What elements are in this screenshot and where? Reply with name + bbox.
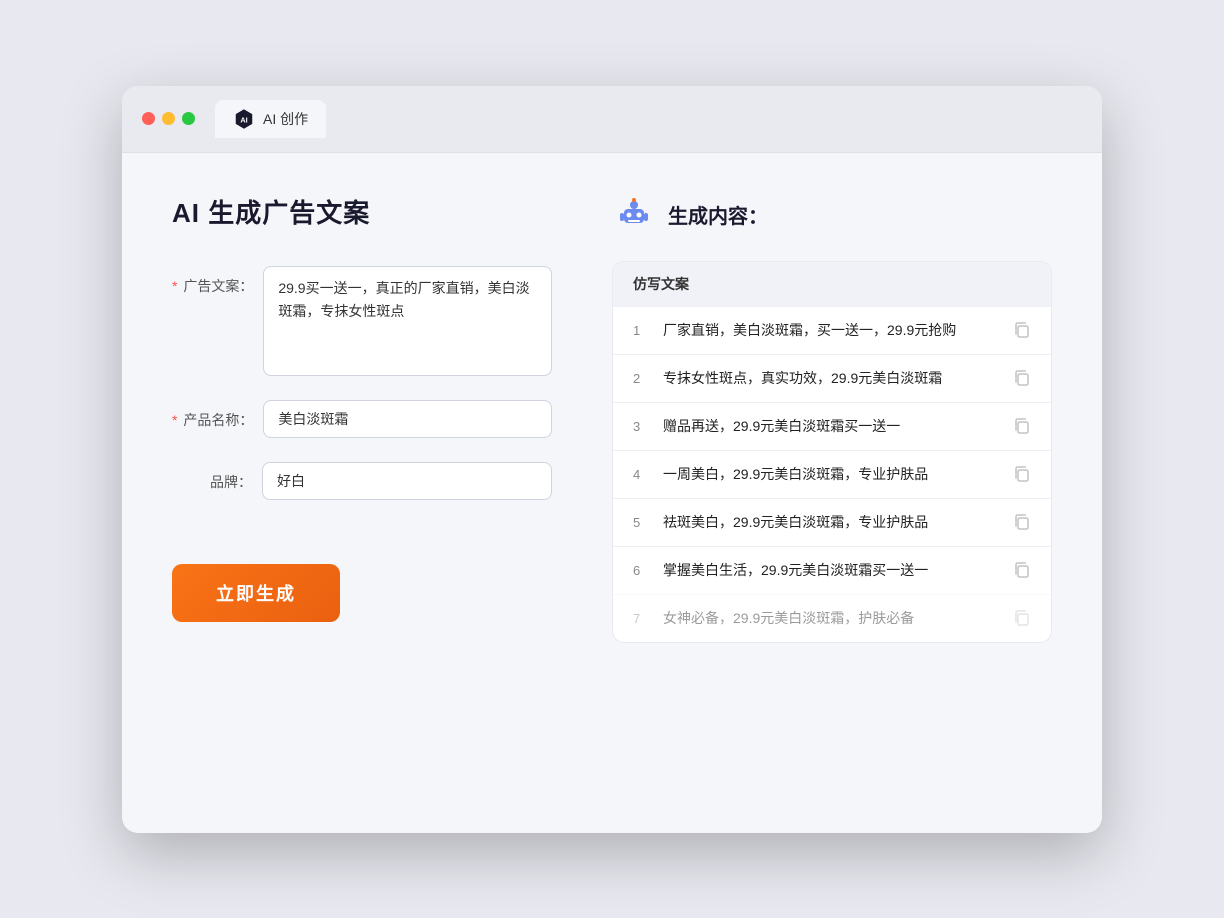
tab-title: AI 创作: [263, 109, 308, 129]
row-num: 3: [633, 419, 649, 434]
brand-group: 品牌：: [172, 462, 552, 500]
table-row: 3 赠品再送，29.9元美白淡斑霜买一送一: [613, 402, 1051, 450]
left-panel: AI 生成广告文案 * 广告文案： 29.9买一送一，真正的厂家直销，美白淡斑霜…: [172, 193, 552, 793]
required-star-1: *: [172, 278, 177, 294]
row-text: 厂家直销，美白淡斑霜，买一送一，29.9元抢购: [663, 320, 999, 341]
table-row: 6 掌握美白生活，29.9元美白淡斑霜买一送一: [613, 546, 1051, 594]
row-num: 6: [633, 563, 649, 578]
page-title: AI 生成广告文案: [172, 193, 552, 230]
ad-copy-input[interactable]: 29.9买一送一，真正的厂家直销，美白淡斑霜，专抹女性斑点: [263, 266, 552, 376]
copy-icon[interactable]: [1013, 609, 1031, 627]
row-num: 1: [633, 323, 649, 338]
maximize-button[interactable]: [182, 112, 195, 125]
row-text: 一周美白，29.9元美白淡斑霜，专业护肤品: [663, 464, 999, 485]
table-row: 7 女神必备，29.9元美白淡斑霜，护肤必备: [613, 594, 1051, 642]
generate-button[interactable]: 立即生成: [172, 564, 340, 622]
ai-tab-icon: AI: [233, 108, 255, 130]
browser-window: AI AI 创作 AI 生成广告文案 * 广告文案： 29.9买一送一，真正的厂…: [122, 86, 1102, 833]
title-bar: AI AI 创作: [122, 86, 1102, 153]
content-area: AI 生成广告文案 * 广告文案： 29.9买一送一，真正的厂家直销，美白淡斑霜…: [122, 153, 1102, 833]
copy-icon[interactable]: [1013, 417, 1031, 435]
required-star-2: *: [172, 412, 177, 428]
table-row: 5 祛斑美白，29.9元美白淡斑霜，专业护肤品: [613, 498, 1051, 546]
traffic-lights: [142, 112, 195, 125]
result-title: 生成内容：: [668, 200, 768, 229]
row-num: 4: [633, 467, 649, 482]
table-row: 4 一周美白，29.9元美白淡斑霜，专业护肤品: [613, 450, 1051, 498]
minimize-button[interactable]: [162, 112, 175, 125]
table-header: 仿写文案: [613, 262, 1051, 306]
ai-tab[interactable]: AI AI 创作: [215, 100, 326, 138]
row-text: 女神必备，29.9元美白淡斑霜，护肤必备: [663, 608, 999, 629]
copy-icon[interactable]: [1013, 321, 1031, 339]
product-name-input[interactable]: [263, 400, 552, 438]
right-panel: 生成内容： 仿写文案 1 厂家直销，美白淡斑霜，买一送一，29.9元抢购 2 专…: [612, 193, 1052, 793]
row-num: 5: [633, 515, 649, 530]
brand-input[interactable]: [262, 462, 552, 500]
ad-copy-label: * 广告文案：: [172, 266, 253, 296]
table-row: 1 厂家直销，美白淡斑霜，买一送一，29.9元抢购: [613, 306, 1051, 354]
row-text: 掌握美白生活，29.9元美白淡斑霜买一送一: [663, 560, 999, 581]
ad-copy-group: * 广告文案： 29.9买一送一，真正的厂家直销，美白淡斑霜，专抹女性斑点: [172, 266, 552, 376]
result-table: 仿写文案 1 厂家直销，美白淡斑霜，买一送一，29.9元抢购 2 专抹女性斑点，…: [612, 261, 1052, 643]
product-name-label: * 产品名称：: [172, 400, 253, 430]
table-row: 2 专抹女性斑点，真实功效，29.9元美白淡斑霜: [613, 354, 1051, 402]
copy-icon[interactable]: [1013, 513, 1031, 531]
brand-label: 品牌：: [172, 462, 252, 492]
robot-icon: [612, 193, 656, 237]
result-header: 生成内容：: [612, 193, 1052, 237]
row-num: 2: [633, 371, 649, 386]
copy-icon[interactable]: [1013, 561, 1031, 579]
row-num: 7: [633, 611, 649, 626]
copy-icon[interactable]: [1013, 369, 1031, 387]
copy-icon[interactable]: [1013, 465, 1031, 483]
close-button[interactable]: [142, 112, 155, 125]
product-name-group: * 产品名称：: [172, 400, 552, 438]
svg-text:AI: AI: [240, 115, 247, 124]
row-text: 祛斑美白，29.9元美白淡斑霜，专业护肤品: [663, 512, 999, 533]
row-text: 专抹女性斑点，真实功效，29.9元美白淡斑霜: [663, 368, 999, 389]
row-text: 赠品再送，29.9元美白淡斑霜买一送一: [663, 416, 999, 437]
